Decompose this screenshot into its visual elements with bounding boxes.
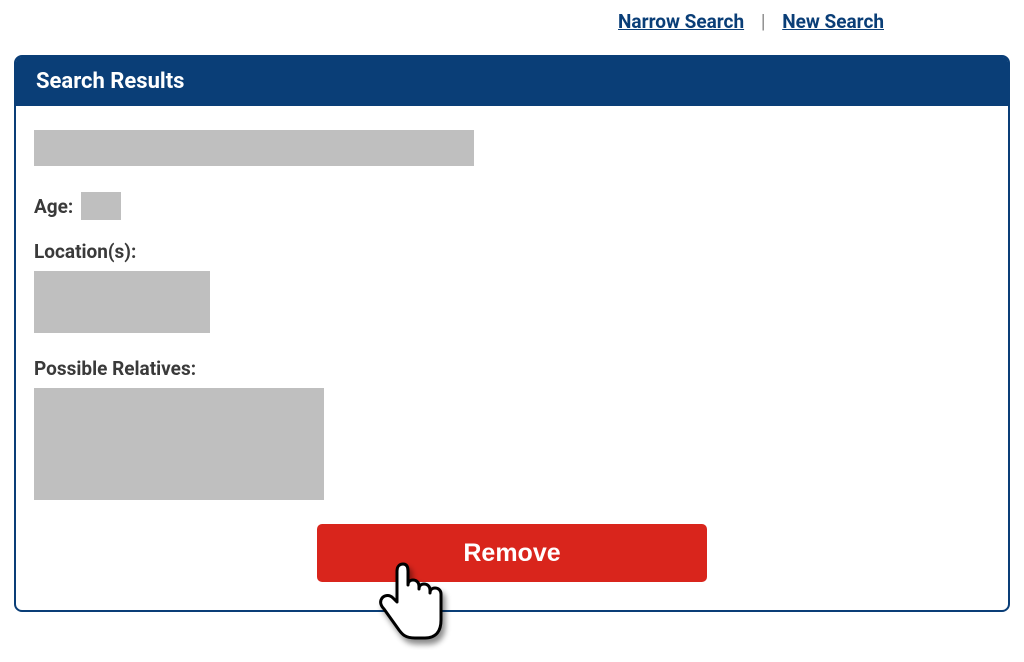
- relatives-section: Possible Relatives:: [34, 357, 990, 500]
- relatives-redacted-block: [34, 388, 324, 500]
- age-redacted-block: [81, 192, 121, 220]
- link-divider: |: [761, 10, 766, 33]
- panel-body: Age: Location(s): Possible Relatives: Re…: [16, 106, 1008, 610]
- name-redacted-block: [34, 130, 474, 166]
- age-label: Age:: [34, 195, 73, 218]
- locations-label: Location(s):: [34, 240, 990, 263]
- locations-section: Location(s):: [34, 240, 990, 333]
- search-results-panel: Search Results Age: Location(s): Possibl…: [14, 55, 1010, 612]
- new-search-link[interactable]: New Search: [782, 10, 884, 33]
- locations-redacted-block: [34, 271, 210, 333]
- panel-title: Search Results: [16, 57, 1008, 106]
- remove-button[interactable]: Remove: [317, 524, 707, 582]
- narrow-search-link[interactable]: Narrow Search: [618, 10, 744, 33]
- age-row: Age:: [34, 192, 990, 220]
- top-links: Narrow Search | New Search: [0, 0, 1024, 33]
- relatives-label: Possible Relatives:: [34, 357, 990, 380]
